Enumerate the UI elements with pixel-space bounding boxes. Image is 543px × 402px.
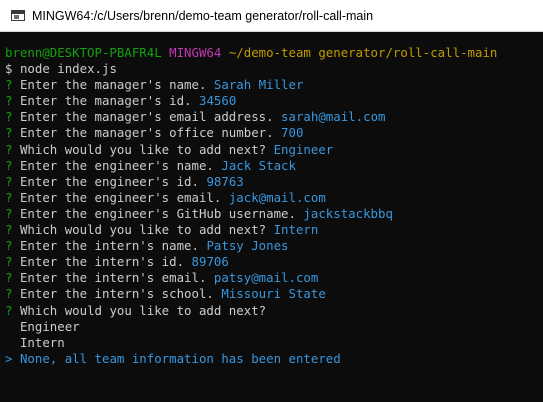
title-bar[interactable]: MINGW64:/c/Users/brenn/demo-team generat…	[0, 0, 543, 32]
question-text: Enter the intern's name.	[19, 238, 199, 254]
question-mark: ?	[5, 141, 13, 157]
question-text: Which would you like to add next?	[19, 222, 267, 238]
question-mark: ?	[5, 125, 13, 141]
answer-text: sarah@mail.com	[281, 109, 386, 125]
prompt-user-host: brenn@DESKTOP-PBAFR4L	[5, 45, 162, 60]
qa-line: ? Enter the engineer's email. jack@mail.…	[5, 190, 541, 206]
answer-text: Missouri State	[221, 286, 326, 302]
qa-line: ? Enter the intern's id. 89706	[5, 254, 541, 270]
terminal-window-icon	[11, 10, 25, 21]
qa-line: ? Enter the engineer's GitHub username. …	[5, 206, 541, 222]
prompt-path: ~/demo-team generator/roll-call-main	[228, 45, 498, 60]
prompt-env: MINGW64	[169, 45, 222, 60]
prompt-line: brenn@DESKTOP-PBAFR4L MINGW64 ~/demo-tea…	[5, 45, 541, 61]
answer-text: 700	[281, 125, 304, 141]
question-text: Enter the manager's office number.	[19, 125, 274, 141]
question-mark: ?	[5, 254, 13, 270]
qa-line: ? Enter the engineer's id. 98763	[5, 174, 541, 190]
question-mark: ?	[5, 157, 13, 173]
question-mark: ?	[5, 302, 13, 318]
question-text: Which would you like to add next?	[19, 141, 267, 157]
selection-pointer: >	[5, 350, 13, 366]
qa-line: ? Enter the manager's name. Sarah Miller	[5, 77, 541, 93]
qa-line: ? Which would you like to add next? Engi…	[5, 142, 541, 158]
question-text: Enter the manager's name.	[19, 77, 207, 93]
question-text: Enter the engineer's email.	[19, 189, 222, 205]
question-text: Enter the intern's email.	[19, 270, 207, 286]
terminal-output[interactable]: brenn@DESKTOP-PBAFR4L MINGW64 ~/demo-tea…	[5, 45, 541, 367]
question-text: Enter the manager's email address.	[19, 109, 274, 125]
command-line: $ node index.js	[5, 61, 541, 77]
final-question-line: ? Which would you like to add next?	[5, 303, 541, 319]
answer-text: Patsy Jones	[206, 238, 289, 254]
question-mark: ?	[5, 77, 13, 93]
answer-text: 98763	[206, 173, 244, 189]
choice-label: Engineer	[19, 318, 80, 334]
answer-text: patsy@mail.com	[213, 270, 319, 286]
question-text: Enter the manager's id.	[19, 93, 192, 109]
answer-text: jackstackbbq	[303, 205, 393, 221]
answer-text: Intern	[273, 222, 319, 238]
question-text: Enter the engineer's id.	[19, 173, 199, 189]
choice-item[interactable]: Engineer	[5, 319, 541, 335]
choice-label: None, all team information has been ente…	[19, 350, 341, 366]
question-mark: ?	[5, 93, 13, 109]
choice-item[interactable]: > None, all team information has been en…	[5, 351, 541, 367]
question-mark: ?	[5, 173, 13, 189]
window-title: MINGW64:/c/Users/brenn/demo-team generat…	[32, 8, 374, 23]
question-text: Enter the engineer's name.	[19, 157, 214, 173]
question-text: Enter the engineer's GitHub username.	[19, 205, 296, 221]
question-mark: ?	[5, 238, 13, 254]
qa-line: ? Enter the manager's office number. 700	[5, 125, 541, 141]
question-mark: ?	[5, 286, 13, 302]
question-mark: ?	[5, 109, 13, 125]
answer-text: 89706	[191, 254, 229, 270]
question-text: Enter the intern's school.	[19, 286, 214, 302]
qa-line: ? Enter the intern's email. patsy@mail.c…	[5, 270, 541, 286]
qa-line: ? Enter the manager's email address. sar…	[5, 109, 541, 125]
command-text: node index.js	[19, 61, 117, 77]
question-text: Which would you like to add next?	[19, 302, 267, 318]
question-mark: ?	[5, 205, 13, 221]
qa-line: ? Enter the intern's school. Missouri St…	[5, 286, 541, 302]
terminal-window: MINGW64:/c/Users/brenn/demo-team generat…	[0, 0, 543, 402]
answer-text: Engineer	[273, 141, 334, 157]
answer-text: 34560	[198, 93, 237, 109]
question-text: Enter the intern's id.	[19, 254, 185, 270]
answer-text: jack@mail.com	[228, 189, 326, 205]
prompt-symbol: $	[5, 61, 13, 77]
choice-indent	[5, 335, 12, 350]
answer-text: Sarah Miller	[213, 77, 304, 93]
qa-line: ? Enter the manager's id. 34560	[5, 93, 541, 109]
qa-line: ? Enter the engineer's name. Jack Stack	[5, 158, 541, 174]
question-mark: ?	[5, 222, 13, 238]
qa-line: ? Which would you like to add next? Inte…	[5, 222, 541, 238]
qa-line: ? Enter the intern's name. Patsy Jones	[5, 238, 541, 254]
question-mark: ?	[5, 189, 13, 205]
question-mark: ?	[5, 270, 13, 286]
choice-item[interactable]: Intern	[5, 335, 541, 351]
choice-label: Intern	[19, 334, 65, 350]
choice-indent	[5, 319, 12, 334]
answer-text: Jack Stack	[221, 157, 296, 173]
